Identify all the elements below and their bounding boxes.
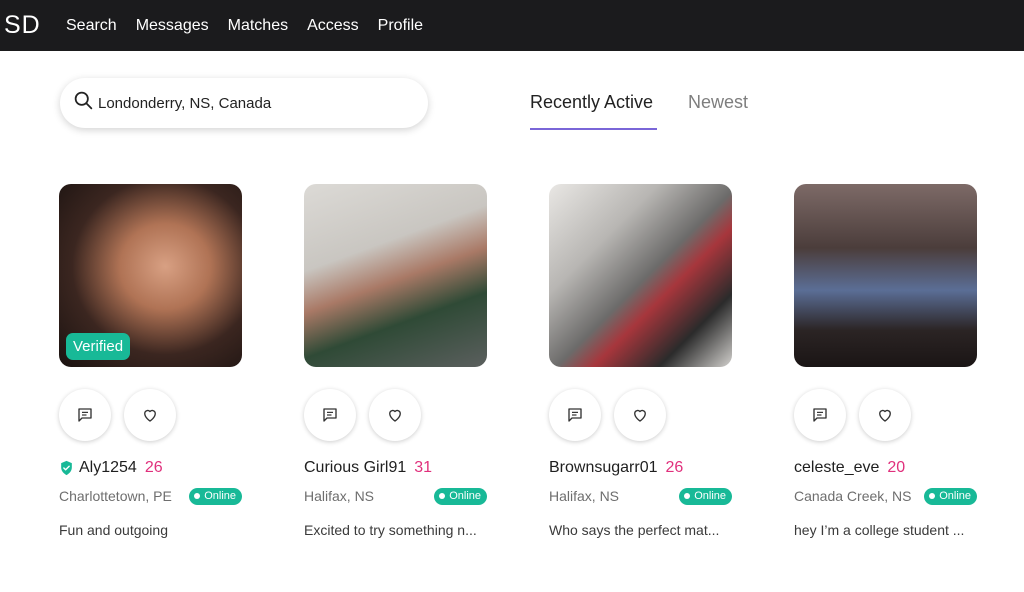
favorite-button[interactable] <box>124 389 176 441</box>
online-dot-icon <box>684 493 691 499</box>
profile-location: Canada Creek, NS <box>794 488 912 504</box>
profile-bio: hey I’m a college student ... <box>794 522 965 538</box>
profile-location: Charlottetown, PE <box>59 488 172 504</box>
tab-recently-active[interactable]: Recently Active <box>530 92 657 130</box>
profile-bio: Fun and outgoing <box>59 522 168 538</box>
profile-photo[interactable]: Verified <box>59 184 242 367</box>
message-button[interactable] <box>549 389 601 441</box>
profile-name[interactable]: Aly1254 <box>79 459 137 477</box>
nav-search[interactable]: Search <box>66 17 117 35</box>
favorite-button[interactable] <box>859 389 911 441</box>
profile-age: 20 <box>887 459 906 476</box>
profile-card: Verified Aly1254 26 Charlottetown, PE On… <box>59 184 243 538</box>
card-actions <box>304 389 488 441</box>
message-button[interactable] <box>304 389 356 441</box>
main-nav: Search Messages Matches Access Profile <box>66 17 442 35</box>
location-row: Halifax, NS Online <box>304 487 487 505</box>
online-badge: Online <box>679 487 732 505</box>
heart-icon <box>144 409 156 422</box>
search-input[interactable] <box>98 94 398 112</box>
message-button[interactable] <box>794 389 846 441</box>
profile-name[interactable]: Curious Girl91 <box>304 459 406 477</box>
nav-messages[interactable]: Messages <box>136 17 209 35</box>
heart-icon <box>879 409 891 422</box>
profile-photo[interactable] <box>794 184 977 367</box>
online-dot-icon <box>929 493 936 499</box>
profile-age: 26 <box>665 459 684 476</box>
profile-location: Halifax, NS <box>549 488 620 504</box>
chat-icon <box>78 408 92 422</box>
logo[interactable]: SD <box>4 11 52 40</box>
chat-icon <box>813 408 827 422</box>
name-row: Aly1254 26 <box>59 458 243 478</box>
profile-age: 31 <box>414 459 433 476</box>
profile-bio: Excited to try something n... <box>304 522 477 538</box>
name-row: Brownsugarr01 26 <box>549 458 733 478</box>
profile-card: Curious Girl91 31 Halifax, NS Online Exc… <box>304 184 488 538</box>
heart-icon <box>389 409 401 422</box>
online-label: Online <box>694 490 726 502</box>
name-row: Curious Girl91 31 <box>304 458 488 478</box>
profile-card: Brownsugarr01 26 Halifax, NS Online Who … <box>549 184 733 538</box>
location-row: Halifax, NS Online <box>549 487 732 505</box>
profile-bio: Who says the perfect mat... <box>549 522 720 538</box>
search-icon <box>73 90 94 116</box>
message-button[interactable] <box>59 389 111 441</box>
profile-location: Halifax, NS <box>304 488 375 504</box>
location-row: Charlottetown, PE Online <box>59 487 242 505</box>
nav-profile[interactable]: Profile <box>378 17 423 35</box>
online-dot-icon <box>439 493 446 499</box>
online-label: Online <box>204 490 236 502</box>
profile-card: celeste_eve 20 Canada Creek, NS Online h… <box>794 184 978 538</box>
profile-name[interactable]: celeste_eve <box>794 459 879 477</box>
favorite-button[interactable] <box>369 389 421 441</box>
online-label: Online <box>449 490 481 502</box>
verified-badge: Verified <box>66 333 131 360</box>
tab-newest[interactable]: Newest <box>688 92 748 130</box>
nav-matches[interactable]: Matches <box>228 17 288 35</box>
verified-shield-icon <box>61 460 72 476</box>
online-badge: Online <box>434 487 487 505</box>
top-nav-bar: SD Search Messages Matches Access Profil… <box>0 0 1024 51</box>
nav-access[interactable]: Access <box>307 17 359 35</box>
chat-icon <box>568 408 582 422</box>
card-actions <box>794 389 978 441</box>
profile-photo[interactable] <box>549 184 732 367</box>
location-row: Canada Creek, NS Online <box>794 487 977 505</box>
profile-photo[interactable] <box>304 184 487 367</box>
profile-age: 26 <box>144 459 163 476</box>
profile-name[interactable]: Brownsugarr01 <box>549 459 658 477</box>
online-badge: Online <box>924 487 977 505</box>
online-badge: Online <box>189 487 242 505</box>
favorite-button[interactable] <box>614 389 666 441</box>
heart-icon <box>634 409 646 422</box>
location-search-box[interactable] <box>60 78 428 128</box>
online-dot-icon <box>194 493 201 499</box>
name-row: celeste_eve 20 <box>794 458 978 478</box>
online-label: Online <box>939 490 971 502</box>
card-actions <box>549 389 733 441</box>
chat-icon <box>323 408 337 422</box>
card-actions <box>59 389 243 441</box>
